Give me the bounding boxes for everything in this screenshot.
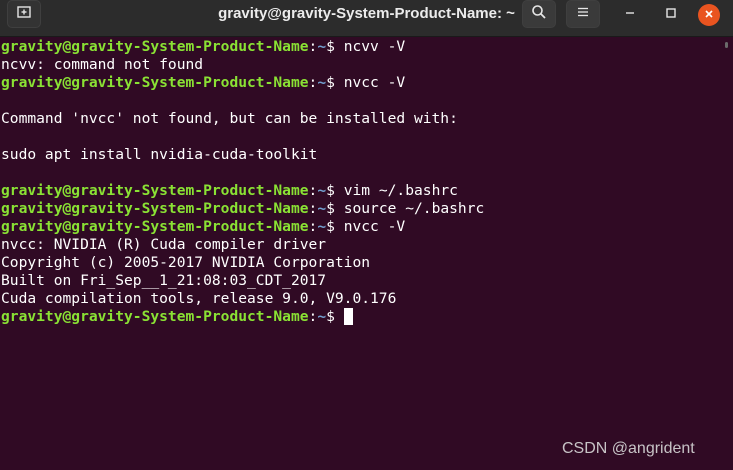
output-text: ncvv: command not found: [1, 56, 204, 73]
output-line: Copyright (c) 2005-2017 NVIDIA Corporati…: [1, 254, 721, 272]
hamburger-menu-icon: [577, 5, 589, 23]
new-tab-icon: [17, 5, 31, 24]
output-text: Built on Fri_Sep__1_21:08:03_CDT_2017: [1, 272, 327, 289]
prompt-user: gravity@gravity-System-Product-Name: [1, 38, 309, 55]
prompt-colon: :: [308, 308, 318, 325]
prompt-symbol: $: [326, 200, 344, 217]
prompt-line: gravity@gravity-System-Product-Name:~$ n…: [1, 38, 721, 56]
output-line: sudo apt install nvidia-cuda-toolkit: [1, 146, 721, 164]
prompt-path: ~: [317, 74, 327, 91]
close-button[interactable]: [698, 4, 720, 26]
output-text: Copyright (c) 2005-2017 NVIDIA Corporati…: [1, 254, 371, 271]
prompt-symbol: $: [326, 308, 344, 325]
command-text: nvcc -V: [343, 74, 406, 91]
title-bar[interactable]: gravity@gravity-System-Product-Name: ~: [0, 0, 733, 37]
prompt-symbol: $: [326, 218, 344, 235]
prompt-colon: :: [308, 218, 318, 235]
search-button[interactable]: [522, 0, 556, 28]
output-text: nvcc: NVIDIA (R) Cuda compiler driver: [1, 236, 327, 253]
maximize-icon: [666, 5, 676, 23]
prompt-colon: :: [308, 200, 318, 217]
terminal-output[interactable]: gravity@gravity-System-Product-Name:~$ n…: [0, 38, 721, 470]
maximize-button[interactable]: [660, 0, 682, 28]
output-text: Cuda compilation tools, release 9.0, V9.…: [1, 290, 397, 307]
prompt-user: gravity@gravity-System-Product-Name: [1, 182, 309, 199]
prompt-path: ~: [317, 218, 327, 235]
close-icon: [704, 6, 714, 24]
search-icon: [531, 4, 547, 25]
terminal-window: gravity@gravity-System-Product-Name: ~ g…: [0, 0, 733, 470]
prompt-symbol: $: [326, 74, 344, 91]
prompt-user: gravity@gravity-System-Product-Name: [1, 74, 309, 91]
scrollbar-thumb[interactable]: [725, 42, 728, 48]
output-line: Command 'nvcc' not found, but can be ins…: [1, 110, 721, 128]
output-line: nvcc: NVIDIA (R) Cuda compiler driver: [1, 236, 721, 254]
prompt-colon: :: [308, 38, 318, 55]
watermark: CSDN @angrident: [562, 440, 695, 457]
output-line: ncvv: command not found: [1, 56, 721, 74]
prompt-symbol: $: [326, 182, 344, 199]
prompt-path: ~: [317, 200, 327, 217]
scrollbar[interactable]: [723, 42, 729, 462]
new-tab-button[interactable]: [7, 0, 41, 28]
output-text: Command 'nvcc' not found, but can be ins…: [1, 110, 458, 127]
output-text: sudo apt install nvidia-cuda-toolkit: [1, 146, 318, 163]
prompt-line: gravity@gravity-System-Product-Name:~$ s…: [1, 200, 721, 218]
prompt-path: ~: [317, 308, 327, 325]
prompt-user: gravity@gravity-System-Product-Name: [1, 308, 309, 325]
prompt-user: gravity@gravity-System-Product-Name: [1, 200, 309, 217]
prompt-line: gravity@gravity-System-Product-Name:~$ n…: [1, 74, 721, 92]
output-line: Built on Fri_Sep__1_21:08:03_CDT_2017: [1, 272, 721, 290]
prompt-path: ~: [317, 38, 327, 55]
prompt-line: gravity@gravity-System-Product-Name:~$ v…: [1, 182, 721, 200]
prompt-colon: :: [308, 74, 318, 91]
prompt-colon: :: [308, 182, 318, 199]
command-text: ncvv -V: [343, 38, 406, 55]
command-text: source ~/.bashrc: [343, 200, 485, 217]
command-text: nvcc -V: [343, 218, 406, 235]
minimize-icon: [625, 5, 635, 23]
text-cursor: [343, 308, 353, 325]
command-text: vim ~/.bashrc: [343, 182, 458, 199]
minimize-button[interactable]: [619, 0, 641, 28]
prompt-user: gravity@gravity-System-Product-Name: [1, 218, 309, 235]
output-line: Cuda compilation tools, release 9.0, V9.…: [1, 290, 721, 308]
prompt-symbol: $: [326, 38, 344, 55]
prompt-path: ~: [317, 182, 327, 199]
prompt-line: gravity@gravity-System-Product-Name:~$ n…: [1, 218, 721, 236]
menu-button[interactable]: [566, 0, 600, 28]
prompt-line: gravity@gravity-System-Product-Name:~$: [1, 308, 721, 326]
